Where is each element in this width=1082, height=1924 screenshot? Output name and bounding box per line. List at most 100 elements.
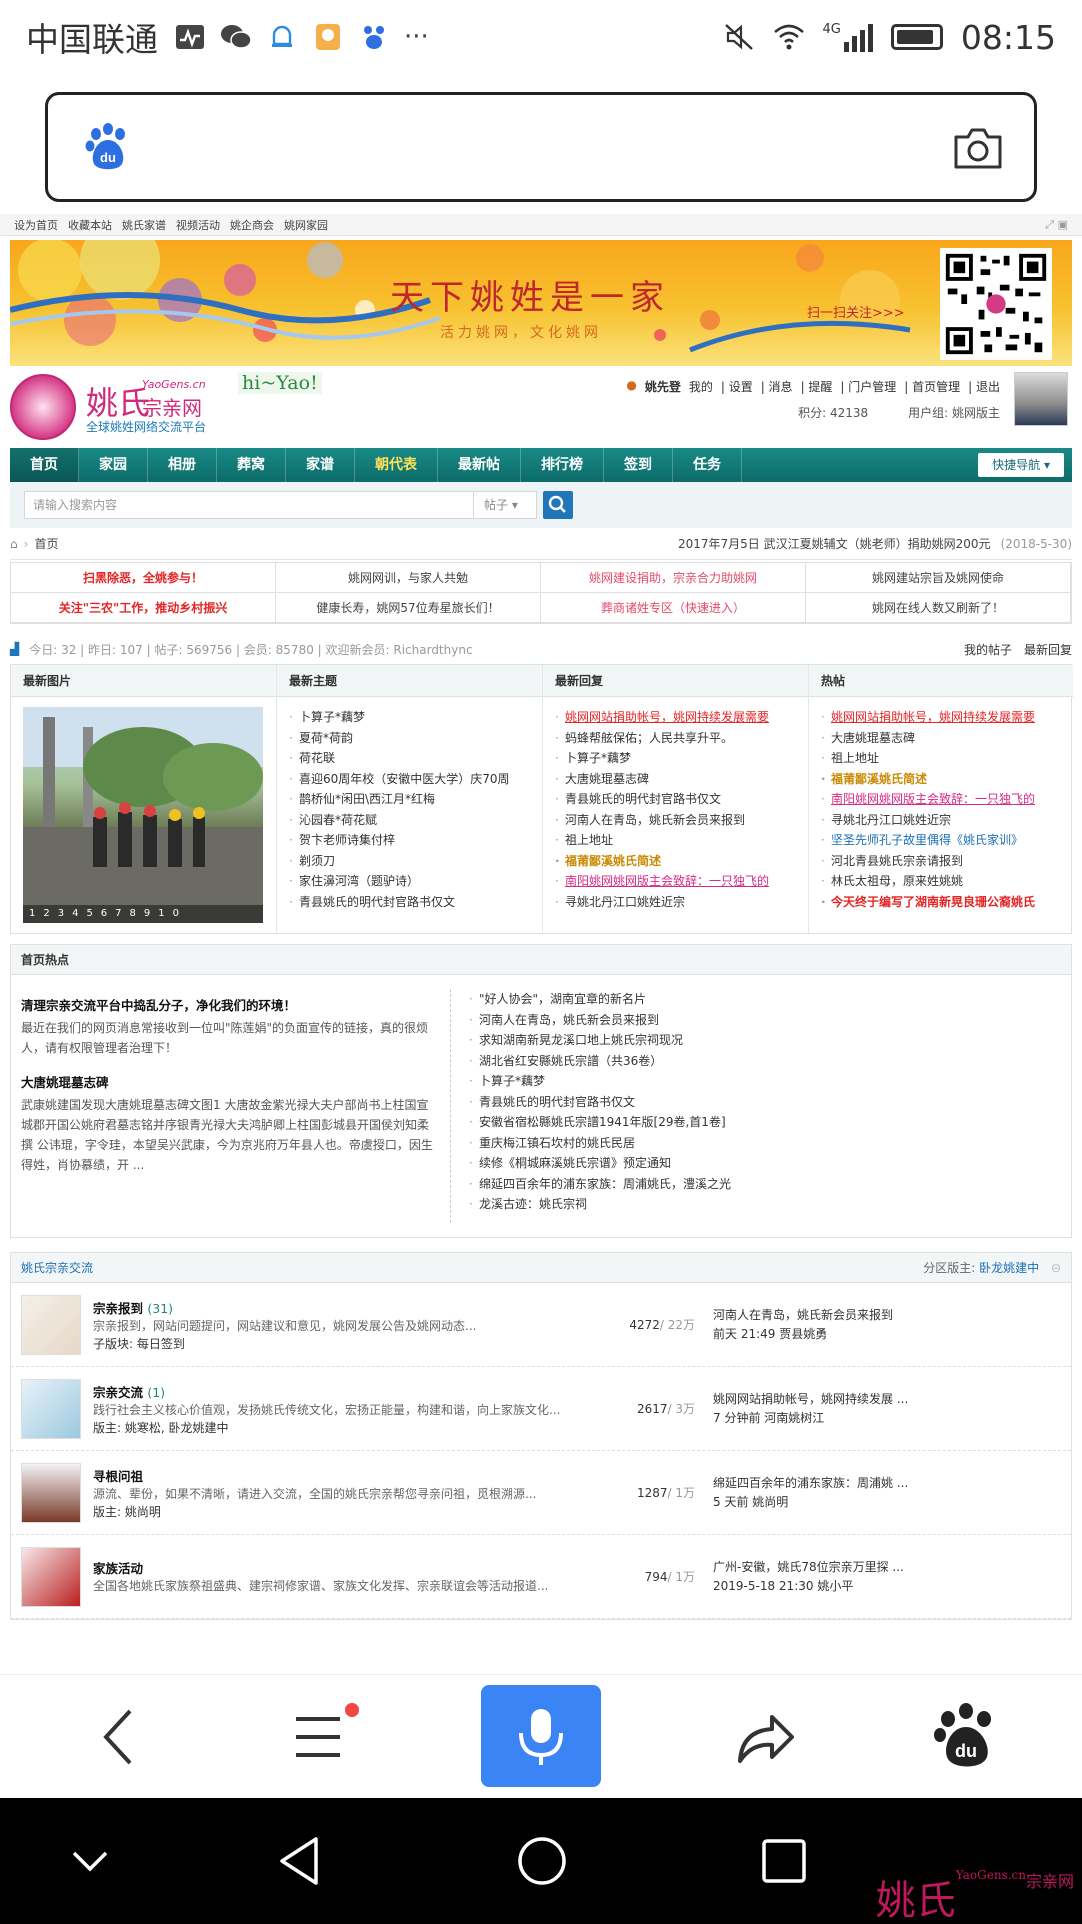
list-item[interactable]: 家住濞河湾（题驴诗） <box>289 871 530 892</box>
forum-row[interactable]: 宗亲报到 (31) 宗亲报到，网站问题提问，网站建议和意见，姚网发展公告及姚网动态… <box>11 1283 1071 1367</box>
latest-replies-link[interactable]: 最新回复 <box>1024 641 1072 658</box>
collapse-icon[interactable]: ⊖ <box>1051 1261 1061 1275</box>
list-item[interactable]: 祖上地址 <box>821 748 1061 769</box>
forum-icon[interactable] <box>21 1378 81 1439</box>
list-item[interactable]: 姚网网站捐助帐号，姚网持续发展需要 <box>821 707 1061 728</box>
nav-item[interactable]: 最新帖 <box>438 448 521 482</box>
forum-icon[interactable] <box>21 1462 81 1523</box>
list-item[interactable]: 绵延四百余年的浦东家族：周浦姚氏，澧溪之光 <box>469 1174 731 1195</box>
voice-search-button[interactable] <box>481 1685 601 1787</box>
list-item[interactable]: 沁园春*荷花赋 <box>289 810 530 831</box>
list-item[interactable]: 河南人在青岛，姚氏新会员来报到 <box>469 1010 731 1031</box>
list-item[interactable]: 剃须刀 <box>289 851 530 872</box>
list-item[interactable]: 卜算子*藕梦 <box>555 748 796 769</box>
list-item[interactable]: 南阳姚网姚网版主会致辞：一只独飞的 <box>821 789 1061 810</box>
top-link[interactable]: 姚网家园 <box>284 217 328 233</box>
latest-photo[interactable]: 12345678910 <box>23 707 263 923</box>
last-post-title[interactable]: 广州-安徽，姚氏78位宗亲万里探 ... <box>713 1558 953 1577</box>
home-icon[interactable]: ⌂ <box>10 537 18 551</box>
list-item[interactable]: 荷花联 <box>289 748 530 769</box>
list-item[interactable]: 大唐姚琨墓志碑 <box>821 728 1061 749</box>
user-menu-link[interactable]: | 消息 <box>761 378 793 395</box>
user-menu-link[interactable]: 我的 <box>689 378 713 395</box>
top-link[interactable]: 设为首页 <box>14 217 58 233</box>
list-item[interactable]: 龙溪古迹：姚氏宗祠 <box>469 1194 731 1215</box>
list-item[interactable]: 夏荷*荷韵 <box>289 728 530 749</box>
last-post-title[interactable]: 绵延四百余年的浦东家族：周浦姚 ... <box>713 1474 953 1493</box>
list-item[interactable]: 青县姚氏的明代封官路书仅文 <box>289 892 530 913</box>
promo-link[interactable]: 姚网在线人数又刷新了！ <box>806 593 1071 623</box>
promo-link[interactable]: 关注"三农"工作，推动乡村振兴 <box>11 593 276 623</box>
list-item[interactable]: 南阳姚网姚网版主会致辞：一只独飞的 <box>555 871 796 892</box>
forum-meta[interactable]: 版主: 姚尚明 <box>93 1503 613 1520</box>
forum-row[interactable]: 寻根问祖 源流、辈份，如果不清晰，请进入交流，全国的姚氏宗亲帮您寻亲问祖，觅根溯… <box>11 1451 1071 1535</box>
user-menu-link[interactable]: | 门户管理 <box>840 378 896 395</box>
list-item[interactable]: 求知湖南新晃龙溪口地上姚氏宗祠现况 <box>469 1030 731 1051</box>
baidu-home-icon[interactable]: du <box>924 1695 1008 1779</box>
system-home-icon[interactable] <box>514 1833 570 1889</box>
forum-icon[interactable] <box>21 1546 81 1607</box>
list-item[interactable]: 青县姚氏的明代封官路书仅文 <box>555 789 796 810</box>
user-menu-link[interactable]: | 设置 <box>721 378 753 395</box>
promo-link[interactable]: 姚网建设捐助，宗亲合力助姚网 <box>541 563 806 593</box>
list-item[interactable]: 喜迎60周年校（安徽中医大学）庆70周 <box>289 769 530 790</box>
site-search-input[interactable]: 请输入搜索内容 <box>24 491 474 519</box>
list-item[interactable]: 贺卞老师诗集付梓 <box>289 830 530 851</box>
list-item[interactable]: 寻姚北丹江口姚姓近宗 <box>821 810 1061 831</box>
forum-row[interactable]: 家族活动 全国各地姚氏家族祭祖盛典、建宗祠修家谱、家族文化发挥、宗亲联谊会等活动… <box>11 1535 1071 1619</box>
list-item[interactable]: 河北青县姚氏宗亲请报到 <box>821 851 1061 872</box>
forum-title[interactable]: 家族活动 <box>93 1561 143 1576</box>
quick-nav-button[interactable]: 快捷导航 ▾ <box>978 453 1064 477</box>
nav-item[interactable]: 葬窝 <box>217 448 286 482</box>
list-item[interactable]: 蚂蜂帮舷保佑；人民共享升平。 <box>555 728 796 749</box>
last-post-title[interactable]: 姚网网站捐助帐号，姚网持续发展 ... <box>713 1390 953 1409</box>
avatar[interactable] <box>1014 372 1068 426</box>
site-search-button[interactable] <box>543 491 573 519</box>
list-item[interactable]: 福莆鄙溪姚氏简述 <box>555 851 796 872</box>
list-item[interactable]: 湖北省红安縣姚氏宗譜（共36卷） <box>469 1051 731 1072</box>
my-posts-link[interactable]: 我的帖子 <box>964 641 1012 658</box>
list-item[interactable]: 福莆鄙溪姚氏简述 <box>821 769 1061 790</box>
system-back-icon[interactable] <box>274 1833 330 1889</box>
list-item[interactable]: 姚网网站捐助帐号，姚网持续发展需要 <box>555 707 796 728</box>
nav-item[interactable]: 首页 <box>10 448 79 482</box>
username-link[interactable]: 姚先登 <box>645 378 681 395</box>
forum-title[interactable]: 宗亲报到 <box>93 1301 143 1316</box>
search-type-select[interactable]: 帖子 ▾ <box>473 491 537 519</box>
announcement-link[interactable]: 2017年7月5日 武汉江夏姚辅文（姚老师）捐助姚网200元 <box>678 535 991 552</box>
top-link[interactable]: 姚企商会 <box>230 217 274 233</box>
top-link[interactable]: 视频活动 <box>176 217 220 233</box>
list-item[interactable]: 卜算子*藕梦 <box>469 1071 731 1092</box>
list-item[interactable]: 林氏太祖母，原来姓姚姚 <box>821 871 1061 892</box>
list-item[interactable]: 青县姚氏的明代封官路书仅文 <box>469 1092 731 1113</box>
forum-title[interactable]: 宗亲交流 <box>93 1385 143 1400</box>
list-item[interactable]: 卜算子*藕梦 <box>289 707 530 728</box>
toolbar-icons[interactable]: ⤢ ▣ <box>1045 218 1068 232</box>
hide-nav-icon[interactable] <box>62 1833 118 1889</box>
list-item[interactable]: 鹊桥仙*闲田\西江月*红梅 <box>289 789 530 810</box>
forum-meta[interactable]: 版主: 姚寒松, 卧龙姚建中 <box>93 1419 613 1436</box>
promo-link[interactable]: 姚网建站宗旨及姚网使命 <box>806 563 1071 593</box>
share-icon[interactable] <box>722 1695 806 1779</box>
back-icon[interactable] <box>78 1695 162 1779</box>
promo-link[interactable]: 姚网网训，与家人共勉 <box>276 563 541 593</box>
forum-meta[interactable]: 子版块: 每日签到 <box>93 1335 613 1352</box>
last-post-title[interactable]: 河南人在青岛，姚氏新会员来报到 <box>713 1306 953 1325</box>
list-item[interactable]: 坚圣先师孔子故里偶得《姚氏家训》 <box>821 830 1061 851</box>
list-item[interactable]: 祖上地址 <box>555 830 796 851</box>
nav-item[interactable]: 任务 <box>673 448 742 482</box>
user-menu-link[interactable]: | 退出 <box>968 378 1000 395</box>
featured-headline[interactable]: 清理宗亲交流平台中捣乱分子，净化我们的环境！ <box>21 995 436 1014</box>
list-item[interactable]: 河南人在青岛，姚氏新会员来报到 <box>555 810 796 831</box>
camera-icon[interactable] <box>952 125 1004 171</box>
user-menu-link[interactable]: | 提醒 <box>801 378 833 395</box>
list-item[interactable]: 重庆梅江镇石坎村的姚氏民居 <box>469 1133 731 1154</box>
forum-row[interactable]: 宗亲交流 (1) 践行社会主义核心价值观，发扬姚氏传统文化，宏扬正能量，构建和谐，… <box>11 1367 1071 1451</box>
list-item[interactable]: 今天终于编写了湖南新晃良珊公裔姚氏 <box>821 892 1061 913</box>
list-item[interactable]: 续修《桐城麻溪姚氏宗谱》预定通知 <box>469 1153 731 1174</box>
system-recents-icon[interactable] <box>756 1833 812 1889</box>
nav-item[interactable]: 朝代表 <box>355 448 438 482</box>
nav-item[interactable]: 家园 <box>79 448 148 482</box>
list-item[interactable]: 大唐姚琨墓志碑 <box>555 769 796 790</box>
promo-link[interactable]: 葬商诸姓专区（快速进入） <box>541 593 806 623</box>
